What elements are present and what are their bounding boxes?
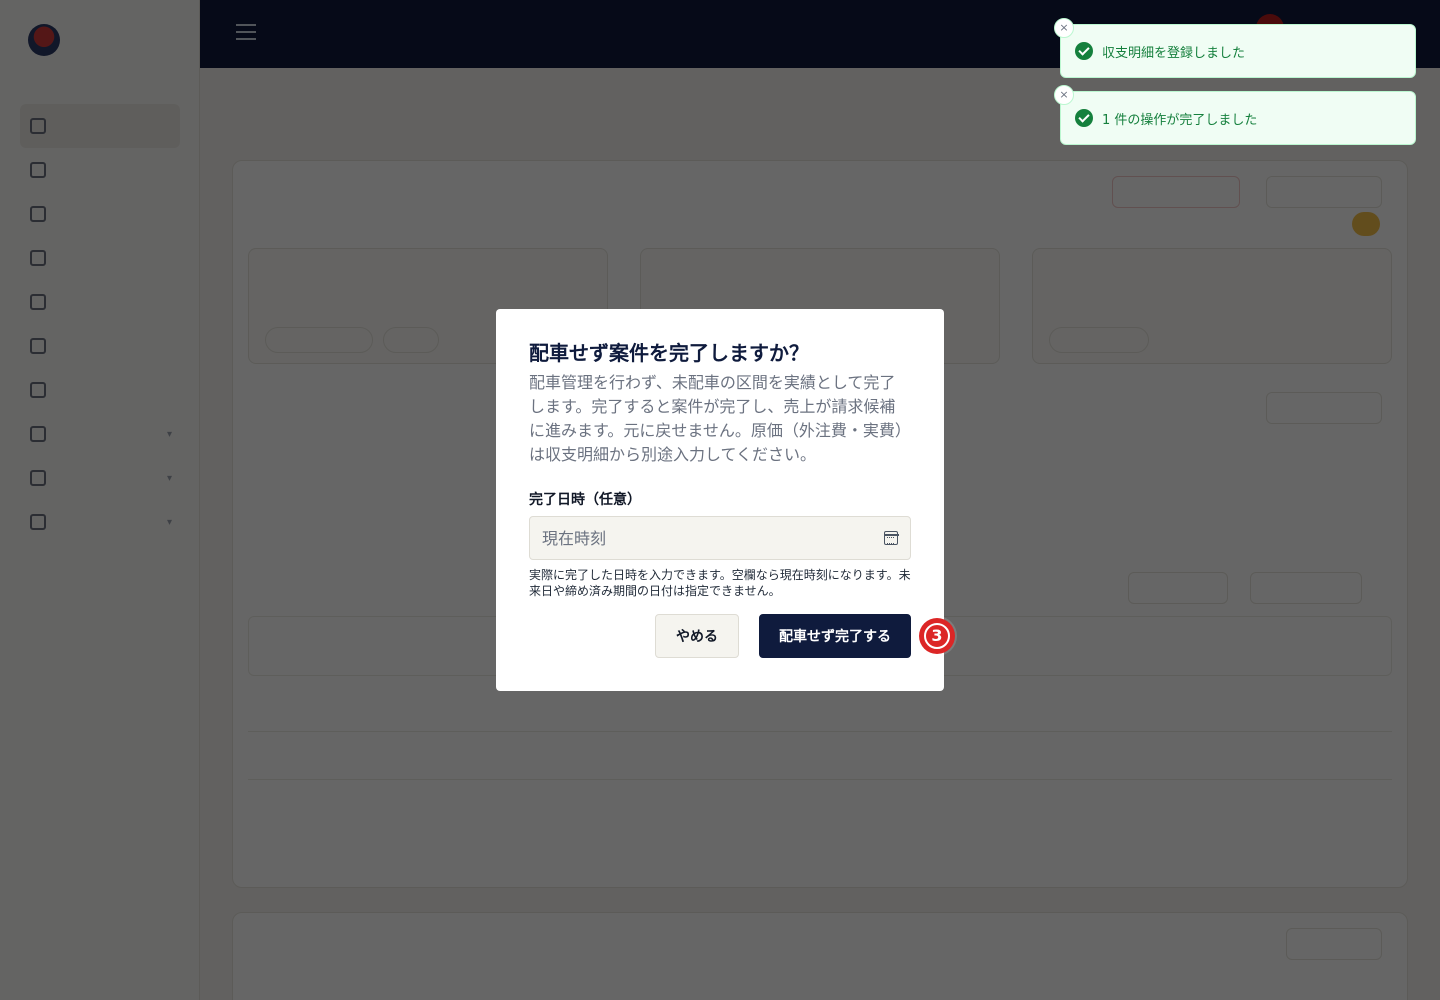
calendar-icon[interactable] [883, 531, 899, 545]
complete-without-dispatch-dialog: 配車せず案件を完了しますか？ 配車管理を行わず、未配車の区間を実績として完了しま… [496, 309, 944, 691]
dialog-title: 配車せず案件を完了しますか？ [529, 341, 809, 365]
completion-datetime-hint: 実際に完了した日時を入力できます。空欄なら現在時刻になります。未来日や締め済み期… [529, 568, 911, 598]
cancel-button[interactable]: やめる [655, 614, 739, 658]
toast-notification: × 1 件の操作が完了しました [1054, 85, 1416, 145]
completion-datetime-input[interactable] [530, 517, 910, 559]
close-icon[interactable]: × [1054, 18, 1074, 38]
check-circle-icon [1075, 42, 1093, 60]
dialog-description: 配車管理を行わず、未配車の区間を実績として完了します。完了すると案件が完了し、売… [529, 373, 911, 464]
step-number-badge: 3 [919, 618, 955, 654]
close-icon[interactable]: × [1054, 85, 1074, 105]
toast-notification: × 収支明細を登録しました [1054, 18, 1416, 78]
completion-datetime-field[interactable] [529, 516, 911, 560]
dialog-actions: やめる 配車せず完了する [655, 614, 911, 658]
complete-without-dispatch-button[interactable]: 配車せず完了する [759, 614, 911, 658]
step-number: 3 [924, 623, 950, 649]
toast-message: 1 件の操作が完了しました [1102, 112, 1258, 128]
completion-datetime-label: 完了日時（任意） [529, 492, 641, 508]
toast-message: 収支明細を登録しました [1102, 45, 1246, 61]
check-circle-icon [1075, 109, 1093, 127]
